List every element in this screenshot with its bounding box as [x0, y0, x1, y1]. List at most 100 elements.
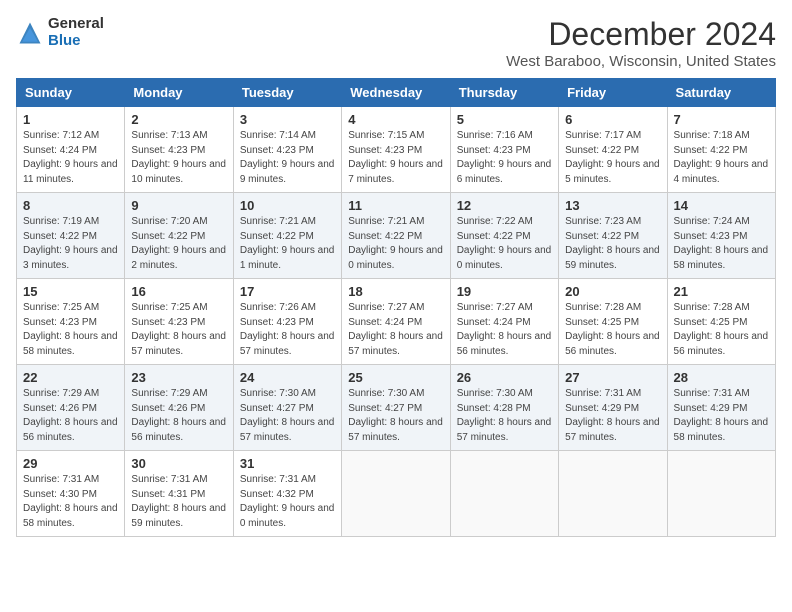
day-number: 25: [348, 370, 443, 385]
day-info: Sunrise: 7:26 AMSunset: 4:23 PMDaylight:…: [240, 302, 335, 357]
day-number: 22: [23, 370, 118, 385]
day-number: 30: [131, 456, 226, 471]
day-info: Sunrise: 7:21 AMSunset: 4:22 PMDaylight:…: [240, 216, 335, 271]
calendar-cell: 26Sunrise: 7:30 AMSunset: 4:28 PMDayligh…: [450, 365, 558, 451]
calendar-cell: 29Sunrise: 7:31 AMSunset: 4:30 PMDayligh…: [17, 451, 125, 537]
day-info: Sunrise: 7:18 AMSunset: 4:22 PMDaylight:…: [674, 130, 769, 185]
calendar-cell: 17 Sunrise: 7:26 AMSunset: 4:23 PMDayligh…: [233, 279, 341, 365]
day-number: 16: [131, 284, 226, 299]
col-header-sunday: Sunday: [17, 79, 125, 107]
day-info: Sunrise: 7:27 AMSunset: 4:24 PMDaylight:…: [457, 302, 552, 357]
day-info: Sunrise: 7:14 AMSunset: 4:23 PMDaylight:…: [240, 130, 335, 185]
title-area: December 2024 West Baraboo, Wisconsin, U…: [506, 16, 776, 70]
day-info: Sunrise: 7:23 AMSunset: 4:22 PMDaylight:…: [565, 216, 660, 271]
logo-icon: [16, 19, 44, 47]
calendar-cell: 18 Sunrise: 7:27 AMSunset: 4:24 PMDayligh…: [342, 279, 450, 365]
calendar-cell: 3 Sunrise: 7:14 AMSunset: 4:23 PMDaylight…: [233, 107, 341, 193]
day-info: Sunrise: 7:31 AMSunset: 4:31 PMDaylight:…: [131, 474, 226, 529]
day-info: Sunrise: 7:28 AMSunset: 4:25 PMDaylight:…: [565, 302, 660, 357]
calendar-cell: 7 Sunrise: 7:18 AMSunset: 4:22 PMDaylight…: [667, 107, 775, 193]
calendar-cell: 5 Sunrise: 7:16 AMSunset: 4:23 PMDaylight…: [450, 107, 558, 193]
day-info: Sunrise: 7:16 AMSunset: 4:23 PMDaylight:…: [457, 130, 552, 185]
day-info: Sunrise: 7:13 AMSunset: 4:23 PMDaylight:…: [131, 130, 226, 185]
day-info: Sunrise: 7:30 AMSunset: 4:27 PMDaylight:…: [240, 388, 335, 443]
day-number: 1: [23, 112, 118, 127]
calendar-cell: 31Sunrise: 7:31 AMSunset: 4:32 PMDayligh…: [233, 451, 341, 537]
calendar-cell: 24 Sunrise: 7:30 AMSunset: 4:27 PMDayligh…: [233, 365, 341, 451]
col-header-thursday: Thursday: [450, 79, 558, 107]
day-number: 21: [674, 284, 769, 299]
calendar-cell: 4 Sunrise: 7:15 AMSunset: 4:23 PMDaylight…: [342, 107, 450, 193]
calendar-cell: 28Sunrise: 7:31 AMSunset: 4:29 PMDayligh…: [667, 365, 775, 451]
col-header-monday: Monday: [125, 79, 233, 107]
calendar-week-3: 15Sunrise: 7:25 AMSunset: 4:23 PMDayligh…: [17, 279, 776, 365]
day-info: Sunrise: 7:20 AMSunset: 4:22 PMDaylight:…: [131, 216, 226, 271]
logo-text: General Blue: [48, 16, 104, 49]
calendar-cell: 2 Sunrise: 7:13 AMSunset: 4:23 PMDaylight…: [125, 107, 233, 193]
day-number: 27: [565, 370, 660, 385]
logo-general: General: [48, 16, 104, 33]
day-info: Sunrise: 7:28 AMSunset: 4:25 PMDaylight:…: [674, 302, 769, 357]
calendar-cell: [342, 451, 450, 537]
day-info: Sunrise: 7:31 AMSunset: 4:30 PMDaylight:…: [23, 474, 118, 529]
day-number: 13: [565, 198, 660, 213]
day-number: 14: [674, 198, 769, 213]
day-info: Sunrise: 7:31 AMSunset: 4:29 PMDaylight:…: [565, 388, 660, 443]
calendar-header-row: SundayMondayTuesdayWednesdayThursdayFrid…: [17, 79, 776, 107]
day-info: Sunrise: 7:15 AMSunset: 4:23 PMDaylight:…: [348, 130, 443, 185]
day-number: 12: [457, 198, 552, 213]
month-title: December 2024: [506, 16, 776, 53]
day-info: Sunrise: 7:29 AMSunset: 4:26 PMDaylight:…: [131, 388, 226, 443]
calendar-cell: 16 Sunrise: 7:25 AMSunset: 4:23 PMDayligh…: [125, 279, 233, 365]
day-info: Sunrise: 7:25 AMSunset: 4:23 PMDaylight:…: [131, 302, 226, 357]
day-number: 11: [348, 198, 443, 213]
calendar-cell: 11 Sunrise: 7:21 AMSunset: 4:22 PMDayligh…: [342, 193, 450, 279]
calendar-week-2: 8 Sunrise: 7:19 AMSunset: 4:22 PMDaylight…: [17, 193, 776, 279]
calendar-cell: 15Sunrise: 7:25 AMSunset: 4:23 PMDayligh…: [17, 279, 125, 365]
col-header-friday: Friday: [559, 79, 667, 107]
calendar-cell: 10 Sunrise: 7:21 AMSunset: 4:22 PMDayligh…: [233, 193, 341, 279]
day-info: Sunrise: 7:22 AMSunset: 4:22 PMDaylight:…: [457, 216, 552, 271]
day-number: 18: [348, 284, 443, 299]
day-number: 8: [23, 198, 118, 213]
day-number: 2: [131, 112, 226, 127]
col-header-tuesday: Tuesday: [233, 79, 341, 107]
day-info: Sunrise: 7:12 AMSunset: 4:24 PMDaylight:…: [23, 130, 118, 185]
day-number: 17: [240, 284, 335, 299]
calendar-cell: 19 Sunrise: 7:27 AMSunset: 4:24 PMDayligh…: [450, 279, 558, 365]
day-number: 31: [240, 456, 335, 471]
calendar-cell: [450, 451, 558, 537]
day-info: Sunrise: 7:24 AMSunset: 4:23 PMDaylight:…: [674, 216, 769, 271]
day-number: 3: [240, 112, 335, 127]
day-number: 23: [131, 370, 226, 385]
logo-blue: Blue: [48, 33, 104, 50]
day-info: Sunrise: 7:29 AMSunset: 4:26 PMDaylight:…: [23, 388, 118, 443]
day-number: 20: [565, 284, 660, 299]
calendar-cell: 23 Sunrise: 7:29 AMSunset: 4:26 PMDayligh…: [125, 365, 233, 451]
day-info: Sunrise: 7:31 AMSunset: 4:29 PMDaylight:…: [674, 388, 769, 443]
calendar-cell: 13 Sunrise: 7:23 AMSunset: 4:22 PMDayligh…: [559, 193, 667, 279]
calendar-table: SundayMondayTuesdayWednesdayThursdayFrid…: [16, 78, 776, 537]
col-header-saturday: Saturday: [667, 79, 775, 107]
calendar-cell: 25Sunrise: 7:30 AMSunset: 4:27 PMDayligh…: [342, 365, 450, 451]
calendar-cell: 8 Sunrise: 7:19 AMSunset: 4:22 PMDaylight…: [17, 193, 125, 279]
day-number: 19: [457, 284, 552, 299]
calendar-week-4: 22 Sunrise: 7:29 AMSunset: 4:26 PMDayligh…: [17, 365, 776, 451]
calendar-cell: 12 Sunrise: 7:22 AMSunset: 4:22 PMDayligh…: [450, 193, 558, 279]
day-number: 24: [240, 370, 335, 385]
day-number: 26: [457, 370, 552, 385]
day-info: Sunrise: 7:27 AMSunset: 4:24 PMDaylight:…: [348, 302, 443, 357]
calendar-cell: 20 Sunrise: 7:28 AMSunset: 4:25 PMDayligh…: [559, 279, 667, 365]
day-info: Sunrise: 7:21 AMSunset: 4:22 PMDaylight:…: [348, 216, 443, 271]
calendar-cell: 9 Sunrise: 7:20 AMSunset: 4:22 PMDaylight…: [125, 193, 233, 279]
day-number: 7: [674, 112, 769, 127]
calendar-week-5: 29Sunrise: 7:31 AMSunset: 4:30 PMDayligh…: [17, 451, 776, 537]
day-number: 10: [240, 198, 335, 213]
day-number: 5: [457, 112, 552, 127]
day-number: 4: [348, 112, 443, 127]
day-number: 9: [131, 198, 226, 213]
day-info: Sunrise: 7:25 AMSunset: 4:23 PMDaylight:…: [23, 302, 118, 357]
day-info: Sunrise: 7:19 AMSunset: 4:22 PMDaylight:…: [23, 216, 118, 271]
calendar-cell: 1 Sunrise: 7:12 AMSunset: 4:24 PMDaylight…: [17, 107, 125, 193]
calendar-week-1: 1 Sunrise: 7:12 AMSunset: 4:24 PMDaylight…: [17, 107, 776, 193]
